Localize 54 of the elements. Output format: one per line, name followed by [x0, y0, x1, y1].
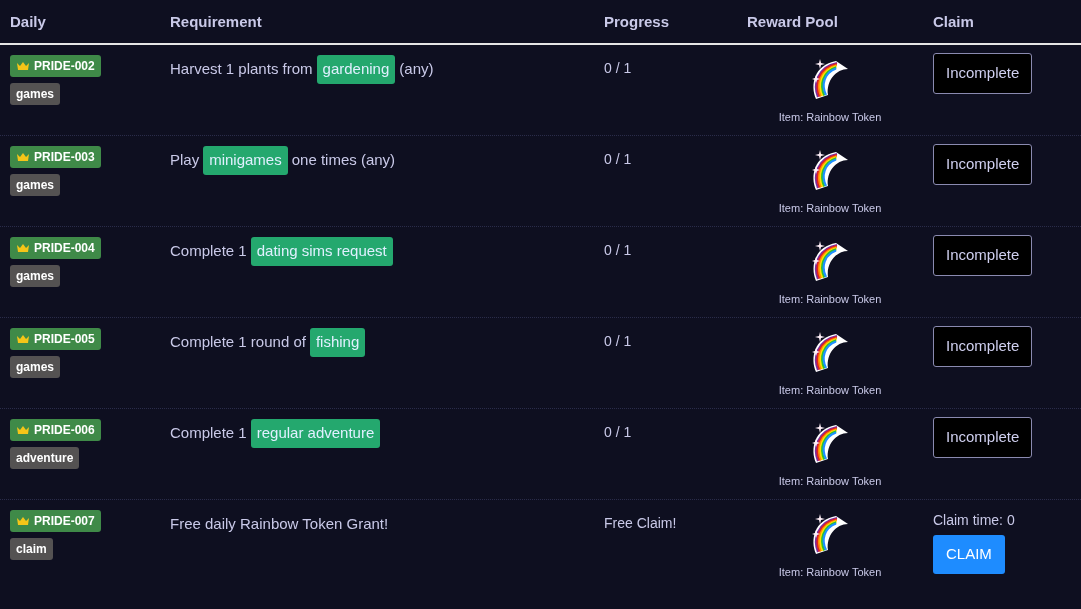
column-header: Claim [933, 12, 974, 30]
column-header: Reward Pool [747, 12, 838, 30]
category-badge: games [10, 83, 61, 105]
quest-id-badge: PRIDE-003 [10, 146, 101, 168]
requirement-text: one times (any) [291, 150, 396, 170]
quest-id-badge: PRIDE-007 [10, 510, 101, 532]
incomplete-button[interactable]: Incomplete [933, 144, 1033, 185]
quest-id-badge: PRIDE-006 [10, 419, 101, 441]
progress-text: 0 / 1 [604, 333, 632, 349]
incomplete-button[interactable]: Incomplete [933, 235, 1033, 276]
progress-text: 0 / 1 [604, 242, 632, 258]
crown-icon [16, 152, 30, 162]
crown-icon [16, 334, 30, 344]
progress-text: 0 / 1 [604, 424, 632, 440]
reward-label: Item: Rainbow Token [778, 110, 882, 125]
column-header: Progress [604, 12, 670, 30]
activity-tag: minigames [203, 146, 288, 175]
column-header: Daily [10, 12, 46, 30]
requirement-text: (any) [399, 59, 434, 79]
progress-text: 0 / 1 [604, 60, 632, 76]
activity-tag: dating sims request [250, 237, 393, 266]
incomplete-button[interactable]: Incomplete [933, 53, 1033, 94]
requirement-text: Complete 1 [170, 241, 247, 261]
progress-text: 0 / 1 [604, 151, 632, 167]
reward-label: Item: Rainbow Token [778, 474, 882, 489]
reward-label: Item: Rainbow Token [778, 565, 882, 580]
category-badge: games [10, 265, 61, 287]
category-badge: games [10, 174, 61, 196]
crown-icon [16, 425, 30, 435]
crown-icon [16, 516, 30, 526]
incomplete-button[interactable]: Incomplete [933, 417, 1033, 458]
activity-tag: fishing [309, 328, 366, 357]
category-badge: adventure [10, 447, 80, 469]
requirement-text: Harvest 1 plants from [170, 59, 313, 79]
quest-id-badge: PRIDE-005 [10, 328, 101, 350]
quest-id-badge: PRIDE-002 [10, 55, 101, 77]
requirement-text: Free daily Rainbow Token Grant! [170, 514, 389, 534]
quest-id-badge: PRIDE-004 [10, 237, 101, 259]
reward-label: Item: Rainbow Token [778, 383, 882, 398]
requirement-text: Play [170, 150, 200, 170]
activity-tag: regular adventure [250, 419, 381, 448]
requirement-text: Complete 1 round of [170, 332, 306, 352]
progress-text: Free Claim! [604, 515, 677, 531]
crown-icon [16, 243, 30, 253]
incomplete-button[interactable]: Incomplete [933, 326, 1033, 367]
column-header: Requirement [170, 12, 262, 30]
crown-icon [16, 61, 30, 71]
category-badge: claim [10, 538, 53, 560]
reward-label: Item: Rainbow Token [778, 292, 882, 307]
reward-label: Item: Rainbow Token [778, 201, 882, 216]
requirement-text: Complete 1 [170, 423, 247, 443]
claim-time-text: Claim time: 0 [933, 511, 1015, 530]
category-badge: games [10, 356, 61, 378]
activity-tag: gardening [316, 55, 396, 84]
